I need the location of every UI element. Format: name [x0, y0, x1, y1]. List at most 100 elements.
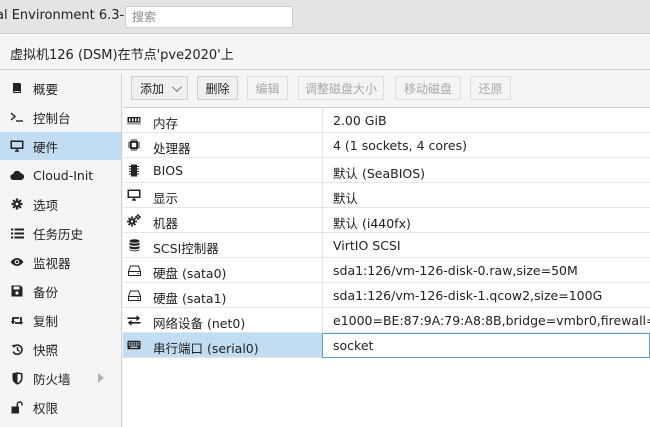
row-key: 硬盘 (sata1)	[153, 291, 227, 306]
hdd-icon	[127, 263, 141, 277]
resize-disk-button-label: 调整磁盘大小	[304, 81, 377, 96]
sidebar-item-hardware[interactable]: 硬件	[0, 132, 121, 160]
row-value: socket	[333, 338, 374, 353]
revert-button[interactable]: 还原	[470, 76, 511, 100]
remove-button[interactable]: 删除	[197, 76, 238, 100]
row-key: BIOS	[153, 163, 184, 178]
table-empty-area	[123, 358, 650, 427]
column-divider	[322, 183, 323, 208]
book-icon	[10, 81, 24, 95]
gear-icon	[10, 197, 24, 211]
row-value: 默认	[333, 191, 359, 206]
table-row[interactable]: 显示 默认	[123, 183, 650, 208]
sidebar-item-label: 概要	[33, 81, 59, 97]
memory-icon	[127, 113, 141, 127]
eye-icon	[10, 255, 24, 269]
history-icon	[10, 342, 24, 356]
sidebar-item-snapshots[interactable]: 快照	[0, 335, 121, 363]
list-icon	[10, 226, 24, 240]
sidebar-item-label: 防火墙	[33, 371, 71, 387]
sidebar-item-label: 控制台	[33, 110, 71, 126]
row-key: SCSI控制器	[153, 241, 219, 256]
sidebar-item-options[interactable]: 选项	[0, 190, 121, 218]
table-row[interactable]: 硬盘 (sata0) sda1:126/vm-126-disk-0.raw,si…	[123, 258, 650, 283]
move-disk-button[interactable]: 移动磁盘	[395, 76, 461, 100]
hardware-toolbar: 添加 删除 编辑 调整磁盘大小 移动磁盘 还原	[123, 70, 650, 108]
unlock-icon	[10, 400, 24, 414]
column-divider	[322, 308, 323, 333]
row-value: 2.00 GiB	[333, 113, 387, 128]
keyboard-icon	[127, 338, 141, 352]
sidebar-item-label: 监视器	[33, 255, 71, 271]
table-row[interactable]: 硬盘 (sata1) sda1:126/vm-126-disk-1.qcow2,…	[123, 283, 650, 308]
row-key: 硬盘 (sata0)	[153, 266, 227, 281]
table-row[interactable]: 内存 2.00 GiB	[123, 108, 650, 133]
move-disk-button-label: 移动磁盘	[403, 81, 452, 96]
sidebar-item-label: 复制	[33, 313, 59, 329]
sidebar-item-cloud-init[interactable]: Cloud-Init	[0, 161, 121, 189]
row-value: 默认 (i440fx)	[333, 216, 411, 231]
resize-disk-button[interactable]: 调整磁盘大小	[298, 76, 384, 100]
column-divider	[322, 208, 323, 233]
row-value: sda1:126/vm-126-disk-1.qcow2,size=100G	[333, 288, 603, 303]
table-row[interactable]: SCSI控制器 VirtIO SCSI	[123, 233, 650, 258]
row-value: e1000=BE:87:9A:79:A8:8B,bridge=vmbr0,fir…	[333, 313, 650, 328]
monitor-icon	[10, 139, 24, 153]
top-bar: al Environment 6.3-3	[0, 0, 650, 34]
sidebar-item-console[interactable]: 控制台	[0, 103, 121, 131]
sidebar-item-label: 快照	[33, 342, 59, 358]
sidebar-item-summary[interactable]: 概要	[0, 74, 121, 102]
row-value: VirtIO SCSI	[333, 238, 401, 253]
column-divider	[322, 158, 323, 183]
row-key: 机器	[153, 216, 179, 231]
database-icon	[127, 238, 141, 252]
desktop-icon	[127, 188, 141, 202]
revert-button-label: 还原	[478, 81, 503, 96]
add-button[interactable]: 添加	[131, 76, 188, 100]
page-title: 虚拟机126 (DSM)在节点'pve2020'上	[10, 48, 234, 63]
column-divider	[322, 233, 323, 258]
sidebar-item-firewall[interactable]: 防火墙	[0, 364, 121, 392]
table-row[interactable]: 串行端口 (serial0) socket	[123, 333, 650, 358]
row-key: 网络设备 (net0)	[153, 316, 246, 331]
cpu-icon	[127, 138, 141, 152]
row-key: 串行端口 (serial0)	[153, 341, 259, 356]
retweet-icon	[10, 313, 24, 327]
exchange-icon	[127, 313, 141, 327]
sidebar-item-label: 任务历史	[33, 226, 84, 242]
hdd-icon	[127, 288, 141, 302]
sidebar-item-backup[interactable]: 备份	[0, 277, 121, 305]
table-row[interactable]: 机器 默认 (i440fx)	[123, 208, 650, 233]
sidebar-item-label: 选项	[33, 197, 59, 213]
sidebar-item-label: Cloud-Init	[33, 167, 94, 183]
row-key: 处理器	[153, 141, 191, 156]
remove-button-label: 删除	[205, 81, 230, 96]
sidebar: 概要 控制台 硬件 Cloud-Init 选项 任务历史 监视器 备份 复制 快…	[0, 74, 122, 427]
sidebar-item-monitor[interactable]: 监视器	[0, 248, 121, 276]
sidebar-item-permissions[interactable]: 权限	[0, 393, 121, 421]
shield-icon	[10, 371, 24, 385]
terminal-icon	[10, 110, 24, 124]
row-value: 默认 (SeaBIOS)	[333, 166, 426, 181]
row-value: 4 (1 sockets, 4 cores)	[333, 138, 467, 153]
chevron-down-icon	[171, 81, 182, 92]
sidebar-item-replication[interactable]: 复制	[0, 306, 121, 334]
table-row[interactable]: 处理器 4 (1 sockets, 4 cores)	[123, 133, 650, 158]
expand-arrow-icon[interactable]	[98, 373, 104, 383]
add-button-label: 添加	[139, 81, 164, 96]
edit-button[interactable]: 编辑	[247, 76, 288, 100]
column-divider	[322, 283, 323, 308]
table-row[interactable]: 网络设备 (net0) e1000=BE:87:9A:79:A8:8B,brid…	[123, 308, 650, 333]
app-title: al Environment 6.3-3	[0, 8, 133, 23]
table-row[interactable]: BIOS 默认 (SeaBIOS)	[123, 158, 650, 183]
row-value: sda1:126/vm-126-disk-0.raw,size=50M	[333, 263, 578, 278]
column-divider	[322, 133, 323, 158]
row-key: 显示	[153, 191, 179, 206]
floppy-icon	[10, 284, 24, 298]
search-input[interactable]	[125, 6, 293, 28]
sidebar-item-label: 备份	[33, 284, 59, 300]
cloud-icon	[10, 168, 24, 182]
edit-button-label: 编辑	[255, 81, 280, 96]
sidebar-item-task-history[interactable]: 任务历史	[0, 219, 121, 247]
microchip-icon	[127, 163, 141, 177]
